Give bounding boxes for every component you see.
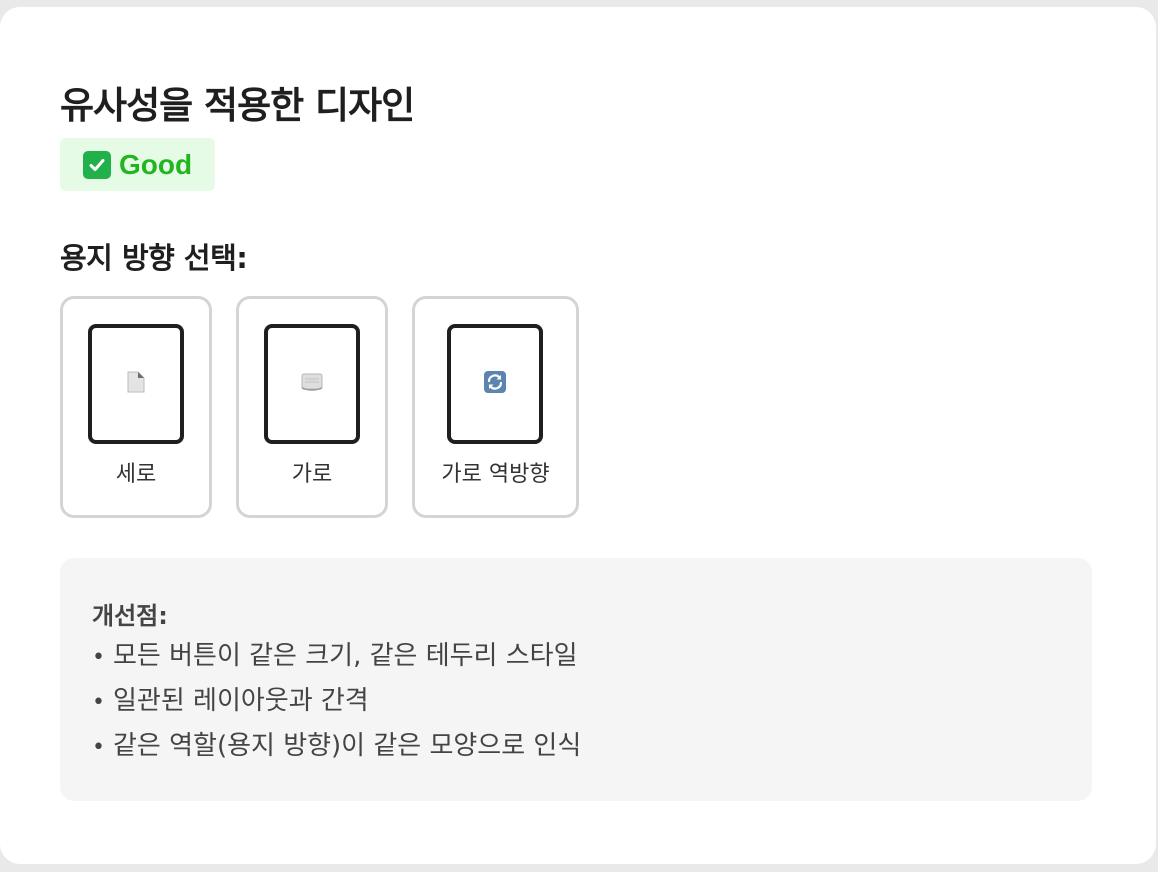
content-card: 유사성을 적용한 디자인 Good 용지 방향 선택: 세로 가로 가로 역방향…	[0, 7, 1156, 864]
check-box-icon	[83, 150, 111, 179]
list-item: • 일관된 레이아웃과 간격	[92, 684, 581, 729]
page-facing-up-icon	[125, 370, 147, 398]
bullet-icon: •	[92, 690, 105, 715]
option-frame	[264, 324, 360, 444]
improvement-notes-panel: 개선점: • 모든 버튼이 같은 크기, 같은 테두리 스타일 • 일관된 레이아웃…	[60, 558, 1092, 801]
list-item-text: 모든 버튼이 같은 크기, 같은 테두리 스타일	[113, 641, 578, 671]
notes-title: 개선점:	[92, 602, 168, 630]
page-title: 유사성을 적용한 디자인	[60, 84, 415, 127]
notes-list: • 모든 버튼이 같은 크기, 같은 테두리 스타일 • 일관된 레이아웃과 간격 …	[92, 639, 581, 774]
option-frame	[88, 324, 184, 444]
refresh-arrows-icon	[483, 370, 507, 398]
scroll-icon	[299, 371, 325, 397]
orientation-option-label: 가로	[291, 462, 333, 487]
orientation-section-label: 용지 방향 선택:	[60, 241, 248, 275]
orientation-option-label: 세로	[115, 462, 157, 487]
list-item-text: 같은 역할(용지 방향)이 같은 모양으로 인식	[113, 731, 582, 761]
option-frame	[447, 324, 543, 444]
orientation-option-portrait[interactable]: 세로	[60, 296, 212, 518]
bullet-icon: •	[92, 735, 105, 760]
orientation-option-reverse-landscape[interactable]: 가로 역방향	[412, 296, 579, 518]
orientation-option-label: 가로 역방향	[441, 462, 550, 487]
list-item: • 모든 버튼이 같은 크기, 같은 테두리 스타일	[92, 639, 581, 684]
list-item-text: 일관된 레이아웃과 간격	[113, 686, 369, 716]
list-item: • 같은 역할(용지 방향)이 같은 모양으로 인식	[92, 729, 581, 774]
status-badge-label: Good	[119, 148, 193, 180]
bullet-icon: •	[92, 645, 105, 670]
orientation-option-landscape[interactable]: 가로	[236, 296, 388, 518]
status-badge: Good	[60, 138, 215, 191]
